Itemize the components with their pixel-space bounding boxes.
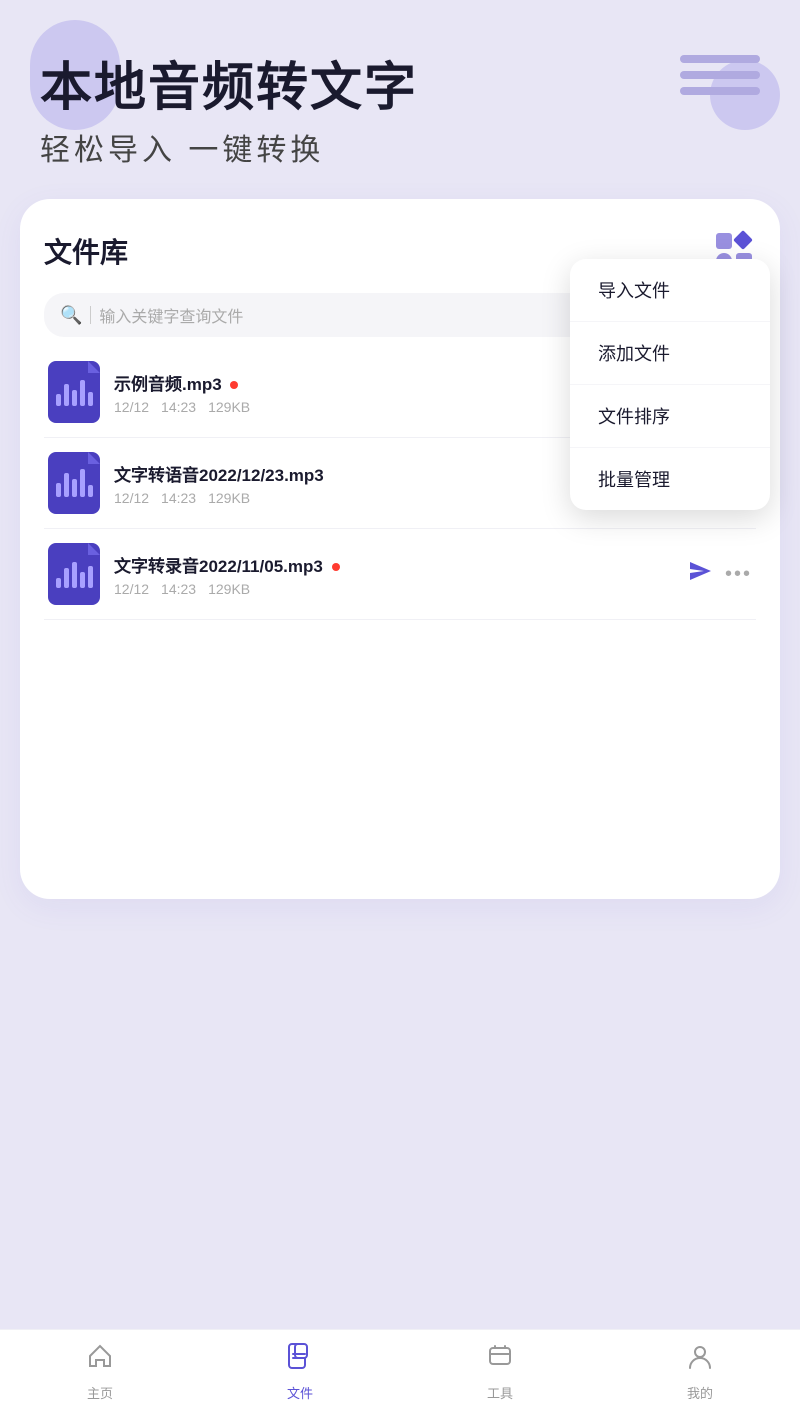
- file-name-3: 文字转录音2022/11/05.mp3: [114, 552, 687, 577]
- home-icon: [86, 1342, 114, 1377]
- audio-bars-2: [56, 469, 93, 497]
- deco-line-3: [680, 87, 760, 95]
- dropdown-menu: 导入文件 添加文件 文件排序 批量管理: [570, 259, 770, 510]
- nav-item-files[interactable]: 文件: [200, 1342, 400, 1402]
- page-title: 本地音频转文字: [40, 60, 760, 117]
- send-icon-3[interactable]: [687, 559, 713, 589]
- nav-label-home: 主页: [87, 1383, 113, 1402]
- search-divider: [90, 306, 91, 324]
- bar: [64, 384, 69, 406]
- bar: [72, 562, 77, 588]
- search-icon: 🔍: [60, 305, 82, 326]
- file-info-3: 文字转录音2022/11/05.mp3 12/12 14:23 129KB: [114, 552, 687, 597]
- bar: [88, 566, 93, 588]
- bar: [72, 479, 77, 497]
- deco-line-2: [680, 71, 760, 79]
- file-icon-3: [48, 543, 100, 605]
- nav-label-files: 文件: [287, 1383, 313, 1402]
- bar: [88, 485, 93, 497]
- main-card: 文件库 🔍 输入关键字查询文件: [20, 199, 780, 899]
- red-dot-1: [230, 381, 238, 389]
- file-item-3[interactable]: 文字转录音2022/11/05.mp3 12/12 14:23 129KB ••…: [44, 529, 756, 620]
- bar: [72, 390, 77, 406]
- search-input-placeholder: 输入关键字查询文件: [99, 303, 243, 327]
- page-subtitle: 轻松导入 一键转换: [40, 125, 760, 169]
- audio-bars-3: [56, 560, 93, 588]
- red-dot-3: [332, 563, 340, 571]
- header: 本地音频转文字 轻松导入 一键转换: [0, 0, 800, 199]
- bottom-nav: 主页 文件 工具 我的: [0, 1329, 800, 1422]
- bar: [64, 473, 69, 497]
- dropdown-item-sort[interactable]: 文件排序: [570, 385, 770, 448]
- bar: [64, 568, 69, 588]
- audio-bars-1: [56, 378, 93, 406]
- bar: [80, 572, 85, 588]
- tools-icon: [486, 1342, 514, 1377]
- file-icon-nav: [286, 1342, 314, 1377]
- bar: [80, 380, 85, 406]
- nav-label-mine: 我的: [687, 1383, 713, 1402]
- file-icon-2: [48, 452, 100, 514]
- deco-line-1: [680, 55, 760, 63]
- nav-item-home[interactable]: 主页: [0, 1342, 200, 1402]
- more-icon-3[interactable]: •••: [725, 563, 752, 586]
- bar: [56, 578, 61, 588]
- bar: [56, 483, 61, 497]
- file-actions-3: •••: [687, 559, 752, 589]
- nav-item-mine[interactable]: 我的: [600, 1342, 800, 1402]
- dropdown-item-add[interactable]: 添加文件: [570, 322, 770, 385]
- bottom-padding: [0, 899, 800, 999]
- nav-item-tools[interactable]: 工具: [400, 1342, 600, 1402]
- file-icon-1: [48, 361, 100, 423]
- library-title: 文件库: [44, 231, 128, 271]
- bar: [56, 394, 61, 406]
- file-meta-3: 12/12 14:23 129KB: [114, 581, 687, 597]
- bar: [80, 469, 85, 497]
- bar: [88, 392, 93, 406]
- deco-lines: [680, 55, 760, 95]
- dropdown-item-import[interactable]: 导入文件: [570, 259, 770, 322]
- nav-label-tools: 工具: [487, 1383, 513, 1402]
- dropdown-item-batch[interactable]: 批量管理: [570, 448, 770, 510]
- user-icon: [686, 1342, 714, 1377]
